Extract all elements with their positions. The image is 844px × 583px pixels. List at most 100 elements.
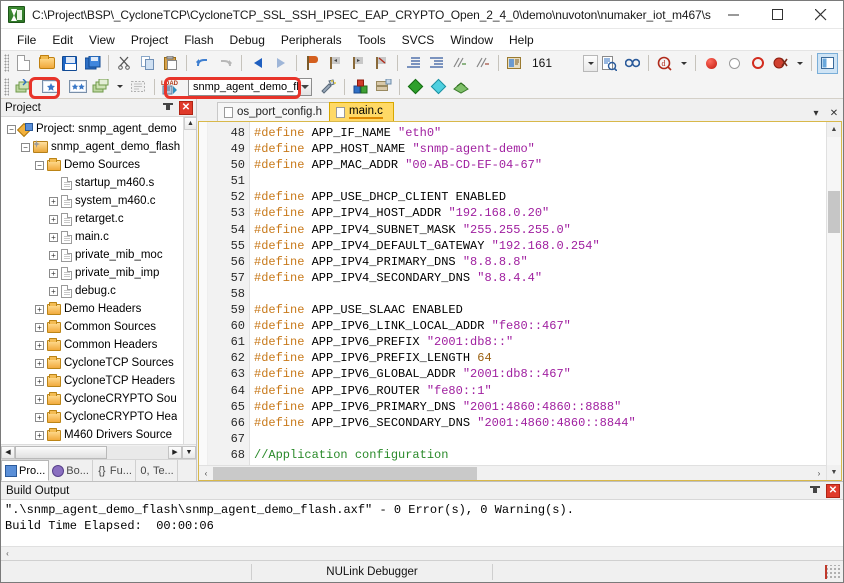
- scroll-down-icon[interactable]: ▼: [182, 445, 196, 459]
- scroll-right-icon[interactable]: ▶: [168, 445, 182, 459]
- tree-node-folder[interactable]: + Demo Headers: [1, 300, 196, 318]
- scroll-up-icon[interactable]: ▲: [827, 122, 841, 137]
- uncomment-icon[interactable]: [472, 53, 493, 74]
- scroll-left-icon[interactable]: ◀: [1, 445, 15, 459]
- tab-templates[interactable]: 0, Te...: [136, 460, 178, 481]
- close-icon[interactable]: [799, 1, 843, 29]
- expander-icon[interactable]: +: [49, 196, 58, 206]
- navigate-back-icon[interactable]: [247, 53, 268, 74]
- expander-icon[interactable]: +: [35, 430, 44, 440]
- minimize-icon[interactable]: [711, 1, 755, 29]
- scroll-thumb[interactable]: [213, 466, 477, 480]
- resize-grip[interactable]: [827, 564, 841, 579]
- menu-svcs[interactable]: SVCS: [394, 30, 443, 50]
- window-layout-icon[interactable]: [817, 52, 838, 74]
- scroll-track[interactable]: [15, 445, 168, 459]
- bookmark-toggle-icon[interactable]: [302, 53, 323, 74]
- build-target-icon[interactable]: [40, 76, 61, 97]
- toolbar-grip[interactable]: [4, 54, 9, 72]
- configuration-wizard-icon[interactable]: [405, 76, 426, 97]
- insert-breakpoint-icon[interactable]: [701, 53, 722, 74]
- tab-list-dropdown-icon[interactable]: ▾: [810, 108, 822, 119]
- expander-icon[interactable]: +: [35, 412, 44, 422]
- menu-peripherals[interactable]: Peripherals: [273, 30, 350, 50]
- stop-build-icon[interactable]: [128, 76, 149, 97]
- expander-icon[interactable]: +: [49, 214, 58, 224]
- menu-flash[interactable]: Flash: [176, 30, 221, 50]
- scroll-right-icon[interactable]: ›: [812, 466, 826, 480]
- scroll-track[interactable]: [213, 466, 812, 480]
- navigate-forward-icon[interactable]: [270, 53, 291, 74]
- tree-node-folder[interactable]: + CycloneTCP Headers: [1, 372, 196, 390]
- project-horizontal-scrollbar[interactable]: ◀ ▶ ▼: [1, 444, 196, 459]
- close-icon[interactable]: ✕: [826, 483, 840, 498]
- maximize-icon[interactable]: [755, 1, 799, 29]
- expander-icon[interactable]: +: [35, 304, 44, 314]
- expander-icon[interactable]: +: [35, 340, 44, 350]
- comment-icon[interactable]: [449, 53, 470, 74]
- menu-help[interactable]: Help: [501, 30, 542, 50]
- scroll-thumb[interactable]: [828, 191, 840, 233]
- insert-include-icon[interactable]: [504, 53, 525, 74]
- expander-icon[interactable]: +: [35, 322, 44, 332]
- tree-node-file[interactable]: + retarget.c: [1, 210, 196, 228]
- disable-breakpoint-icon[interactable]: [724, 53, 745, 74]
- target-options-icon[interactable]: [318, 76, 339, 97]
- toolbar-grip[interactable]: [4, 77, 9, 96]
- kill-all-breakpoints-icon[interactable]: [770, 53, 791, 74]
- tree-node-file[interactable]: + system_m460.c: [1, 192, 196, 210]
- build-output-body[interactable]: ".\snmp_agent_demo_flash\snmp_agent_demo…: [1, 500, 843, 546]
- editor-vertical-scrollbar[interactable]: ▲ ▼: [826, 122, 841, 480]
- expander-icon[interactable]: −: [21, 142, 30, 152]
- menu-tools[interactable]: Tools: [350, 30, 394, 50]
- debug-magnifier-icon[interactable]: d: [654, 53, 675, 74]
- multi-project-icon[interactable]: [428, 76, 449, 97]
- tree-node-file[interactable]: + debug.c: [1, 282, 196, 300]
- tree-node-demo-sources[interactable]: − Demo Sources: [1, 156, 196, 174]
- tab-project[interactable]: Pro...: [1, 460, 50, 481]
- close-icon[interactable]: ✕: [828, 108, 840, 119]
- tree-node-target[interactable]: − snmp_agent_demo_flash: [1, 138, 196, 156]
- undo-icon[interactable]: [192, 53, 213, 74]
- scroll-thumb[interactable]: [15, 445, 107, 459]
- indent-icon[interactable]: [403, 53, 424, 74]
- menu-window[interactable]: Window: [442, 30, 501, 50]
- save-all-icon[interactable]: [82, 53, 103, 74]
- batch-build-icon[interactable]: [90, 76, 111, 97]
- expander-icon[interactable]: +: [49, 286, 58, 296]
- pin-icon[interactable]: [809, 484, 822, 498]
- tree-node-folder[interactable]: + CycloneCRYPTO Sou: [1, 390, 196, 408]
- menu-project[interactable]: Project: [123, 30, 176, 50]
- scroll-down-icon[interactable]: ▼: [827, 465, 841, 480]
- rebuild-all-icon[interactable]: [67, 76, 88, 97]
- open-file-icon[interactable]: [36, 53, 57, 74]
- bookmark-next-icon[interactable]: [348, 53, 369, 74]
- expander-icon[interactable]: +: [35, 376, 44, 386]
- editor-marker-column[interactable]: [199, 122, 208, 465]
- tab-books[interactable]: Bo...: [49, 460, 93, 481]
- paste-icon[interactable]: [160, 53, 181, 74]
- tab-functions[interactable]: {} Fu...: [93, 460, 136, 481]
- editor-tab-os-port-config[interactable]: os_port_config.h: [217, 102, 334, 121]
- tree-node-file[interactable]: + main.c: [1, 228, 196, 246]
- batch-build-dropdown-icon[interactable]: [112, 78, 127, 95]
- disable-all-breakpoints-icon[interactable]: [747, 53, 768, 74]
- editor-horizontal-scrollbar[interactable]: ‹ ›: [199, 465, 826, 480]
- menu-debug[interactable]: Debug: [222, 30, 273, 50]
- copy-icon[interactable]: [137, 53, 158, 74]
- menu-edit[interactable]: Edit: [44, 30, 81, 50]
- save-icon[interactable]: [59, 53, 80, 74]
- cut-icon[interactable]: [114, 53, 135, 74]
- pin-icon[interactable]: [162, 101, 175, 115]
- new-file-icon[interactable]: [13, 53, 34, 74]
- scroll-track[interactable]: [14, 547, 843, 560]
- redo-icon[interactable]: [215, 53, 236, 74]
- tree-node-folder[interactable]: + Common Sources: [1, 318, 196, 336]
- expander-icon[interactable]: −: [7, 124, 16, 134]
- scroll-track[interactable]: [827, 137, 841, 465]
- expander-icon[interactable]: +: [49, 250, 58, 260]
- tree-node-file[interactable]: + private_mib_imp: [1, 264, 196, 282]
- browse-symbol-icon[interactable]: [622, 53, 643, 74]
- manage-project-items-icon[interactable]: [373, 76, 394, 97]
- tree-node-folder[interactable]: + Common Headers: [1, 336, 196, 354]
